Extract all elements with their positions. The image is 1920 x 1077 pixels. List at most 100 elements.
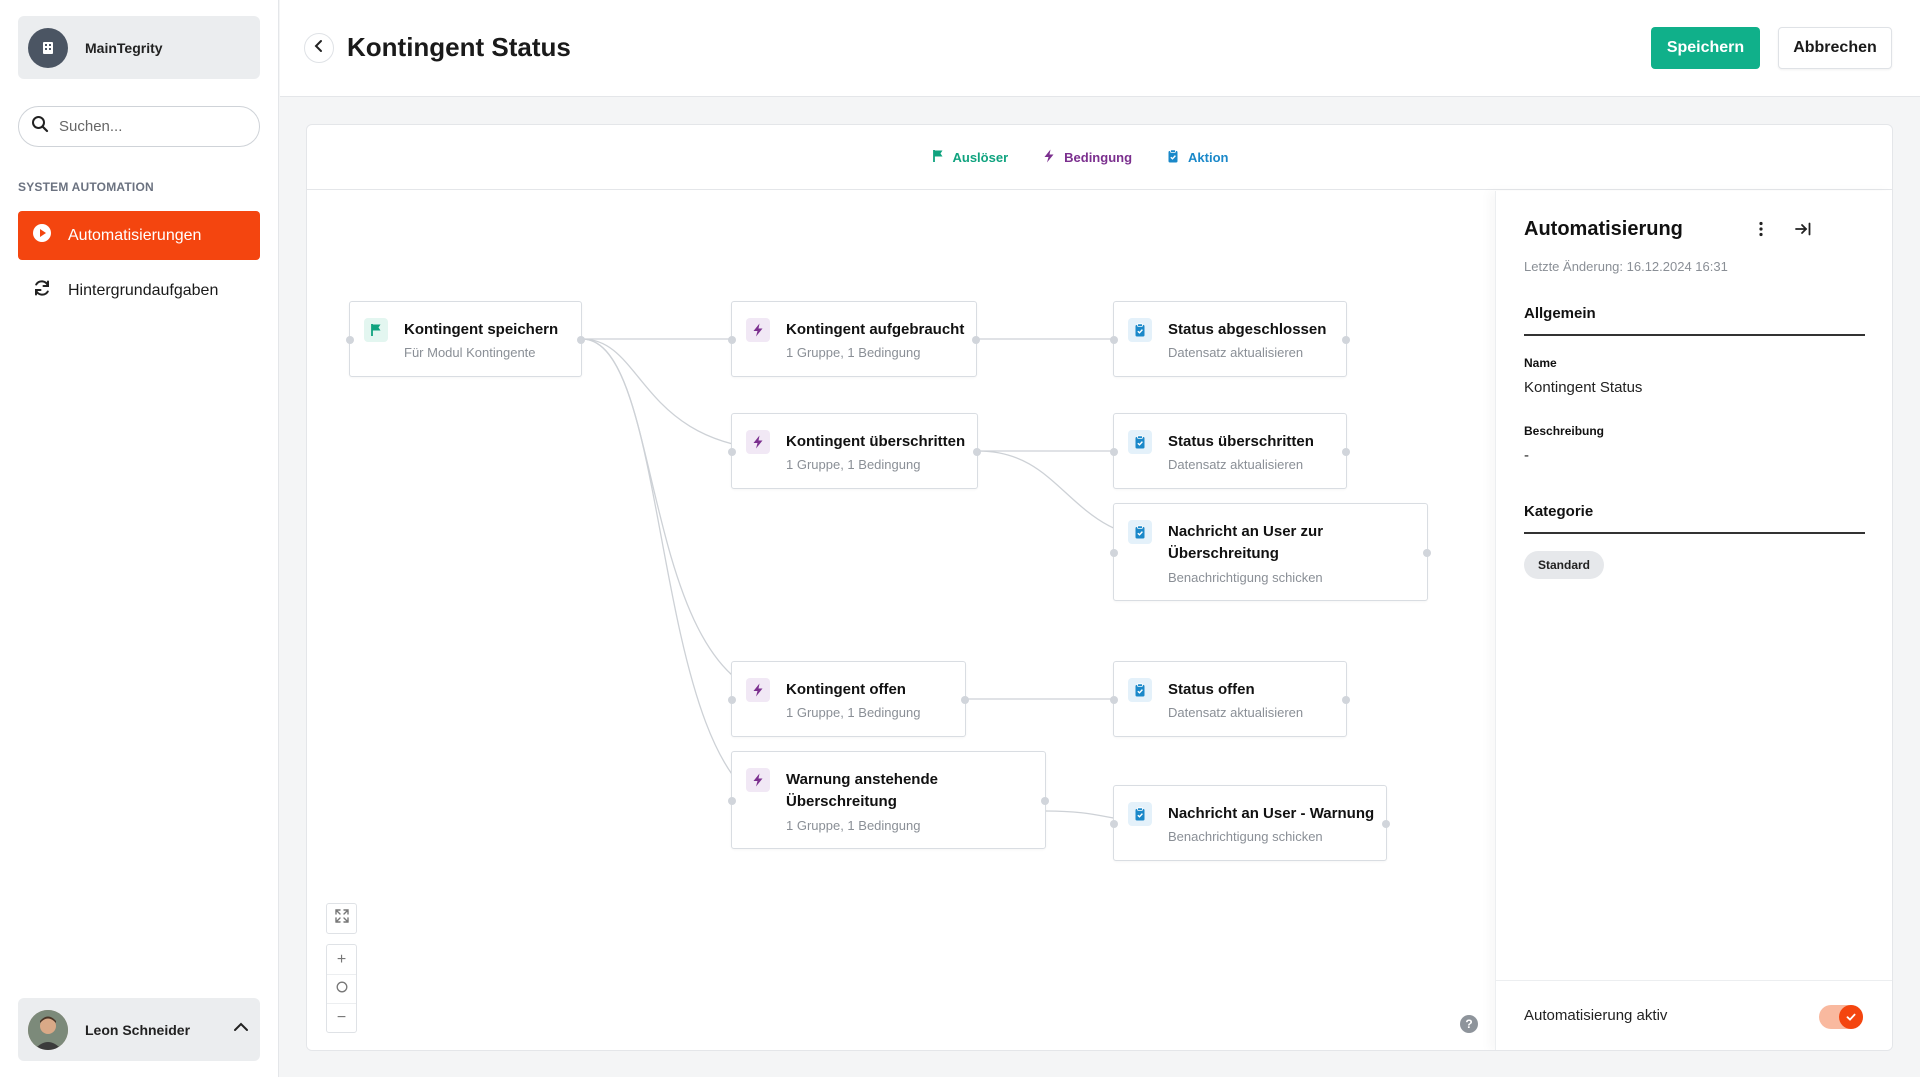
sidebar-item-automatisierungen[interactable]: Automatisierungen (18, 211, 260, 260)
node-title: Kontingent speichern (404, 321, 559, 338)
clipboard-check-icon (1128, 678, 1152, 702)
reset-zoom-button[interactable] (327, 974, 356, 1003)
back-button[interactable] (304, 33, 334, 63)
sidebar: MainTegrity SYSTEM AUTOMATION Automatisi… (0, 0, 279, 1077)
output-port[interactable] (1041, 797, 1049, 805)
clipboard-check-icon (1128, 318, 1152, 342)
sidebar-item-label: Hintergrundaufgaben (68, 281, 219, 299)
chevron-left-icon (312, 39, 326, 58)
flow-canvas[interactable]: Kontingent speichern Für Modul Kontingen… (307, 191, 1495, 1050)
cancel-button[interactable]: Abbrechen (1778, 27, 1892, 69)
edge-trigger-cond-4 (581, 338, 794, 812)
legend-condition: Bedingung (1042, 149, 1132, 166)
output-port[interactable] (961, 696, 969, 704)
chevron-up-icon[interactable] (232, 1018, 250, 1041)
output-port[interactable] (1342, 336, 1350, 344)
action-node[interactable]: Status abgeschlossen Datensatz aktualisi… (1110, 301, 1350, 377)
save-button[interactable]: Speichern (1651, 27, 1760, 69)
lightning-icon (746, 318, 770, 342)
lightning-icon (746, 678, 770, 702)
org-switcher[interactable]: MainTegrity (18, 16, 260, 79)
checkmark-icon (1839, 1005, 1863, 1029)
output-port[interactable] (1342, 696, 1350, 704)
input-port[interactable] (728, 797, 736, 805)
building-icon (28, 27, 68, 68)
node-subtitle: 1 Gruppe, 1 Bedingung (786, 818, 921, 833)
name-value: Kontingent Status (1524, 379, 1643, 396)
action-node[interactable]: Nachricht an User zur Überschreitung Ben… (1110, 503, 1431, 601)
condition-node[interactable]: Kontingent aufgebraucht 1 Gruppe, 1 Bedi… (728, 301, 980, 377)
node-subtitle: Benachrichtigung schicken (1168, 570, 1323, 585)
output-port[interactable] (973, 448, 981, 456)
panel-footer: Automatisierung aktiv (1496, 980, 1892, 1050)
input-port[interactable] (1110, 696, 1118, 704)
legend-trigger: Auslöser (931, 149, 1009, 166)
input-port[interactable] (346, 336, 354, 344)
input-port[interactable] (1110, 336, 1118, 344)
action-node[interactable]: Status überschritten Datensatz aktualisi… (1110, 413, 1350, 489)
active-toggle-label: Automatisierung aktiv (1524, 1007, 1668, 1024)
node-title: Status offen (1168, 681, 1255, 698)
circle-icon (336, 980, 348, 998)
legend-action: Aktion (1166, 148, 1229, 166)
zoom-controls: + − (326, 944, 357, 1033)
node-title: Kontingent überschritten (786, 433, 966, 450)
flag-icon (931, 149, 945, 166)
condition-node[interactable]: Kontingent offen 1 Gruppe, 1 Bedingung (728, 661, 969, 737)
trigger-node[interactable]: Kontingent speichern Für Modul Kontingen… (346, 301, 585, 377)
node-title: Warnung anstehende Überschreitung (786, 771, 938, 810)
active-toggle[interactable] (1819, 1005, 1863, 1029)
page-title: Kontingent Status (347, 32, 571, 62)
output-port[interactable] (1382, 820, 1390, 828)
collapse-panel-icon[interactable] (1793, 219, 1813, 239)
node-title: Status überschritten (1168, 433, 1314, 450)
flag-icon (364, 318, 388, 342)
condition-node[interactable]: Kontingent überschritten 1 Gruppe, 1 Bed… (728, 413, 981, 489)
name-label: Name (1524, 356, 1557, 370)
help-button[interactable]: ? (1460, 1015, 1478, 1033)
fit-view-button[interactable] (327, 904, 356, 933)
action-node[interactable]: Status offen Datensatz aktualisieren (1110, 661, 1350, 737)
input-port[interactable] (1110, 820, 1118, 828)
input-port[interactable] (1110, 448, 1118, 456)
zoom-in-button[interactable]: + (327, 945, 356, 974)
category-chip: Standard (1524, 551, 1605, 579)
node-subtitle: Datensatz aktualisieren (1168, 345, 1304, 360)
org-name: MainTegrity (85, 39, 163, 56)
section-general: Allgemein (1524, 305, 1865, 336)
more-options-icon[interactable] (1751, 219, 1771, 239)
sidebar-item-label: Automatisierungen (68, 226, 202, 244)
output-port[interactable] (1423, 549, 1431, 557)
legend-trigger-label: Auslöser (952, 149, 1009, 165)
node-subtitle: Datensatz aktualisieren (1168, 705, 1304, 720)
input-port[interactable] (728, 696, 736, 704)
input-port[interactable] (728, 448, 736, 456)
input-port[interactable] (1110, 549, 1118, 557)
input-port[interactable] (728, 336, 736, 344)
node-subtitle: Für Modul Kontingente (404, 345, 536, 360)
user-menu[interactable]: Leon Schneider (18, 998, 260, 1061)
fit-view-icon (334, 909, 349, 928)
node-title: Nachricht an User - Warnung (1168, 805, 1375, 822)
output-port[interactable] (577, 336, 585, 344)
search-input[interactable] (59, 118, 249, 135)
sidebar-item-hintergrundaufgaben[interactable]: Hintergrundaufgaben (18, 266, 260, 315)
zoom-out-button[interactable]: − (327, 1003, 356, 1032)
condition-node[interactable]: Warnung anstehende Überschreitung 1 Grup… (728, 751, 1049, 849)
search-icon (31, 115, 49, 138)
node-subtitle: Benachrichtigung schicken (1168, 829, 1323, 844)
action-node[interactable]: Nachricht an User - Warnung Benachrichti… (1110, 785, 1390, 861)
legend-condition-label: Bedingung (1064, 149, 1133, 165)
output-port[interactable] (972, 336, 980, 344)
output-port[interactable] (1342, 448, 1350, 456)
legend-action-label: Aktion (1188, 149, 1229, 165)
lightning-icon (746, 430, 770, 454)
node-subtitle: 1 Gruppe, 1 Bedingung (786, 457, 921, 472)
clipboard-check-icon (1128, 430, 1152, 454)
fit-view-control (326, 903, 357, 934)
clipboard-check-icon (1128, 520, 1152, 544)
avatar (28, 1009, 68, 1050)
last-modified: Letzte Änderung: 16.12.2024 16:31 (1524, 259, 1728, 274)
edge-trigger-cond-3 (581, 338, 794, 700)
refresh-icon (32, 278, 52, 303)
